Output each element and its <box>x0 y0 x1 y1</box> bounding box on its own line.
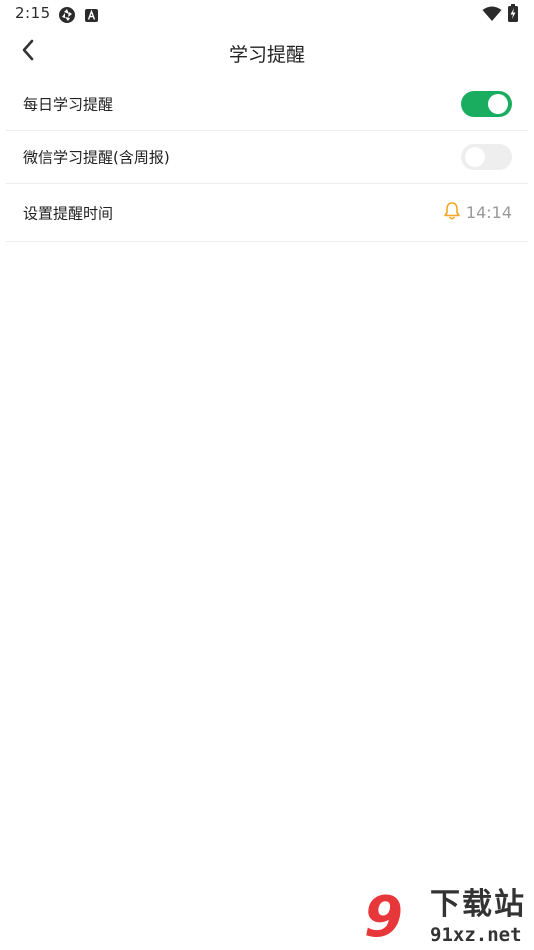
header: 学习提醒 <box>0 28 534 78</box>
a-badge-icon <box>85 7 98 26</box>
status-time: 2:15 <box>15 4 51 22</box>
battery-charging-icon <box>508 4 518 26</box>
setting-label: 微信学习提醒(含周报) <box>23 148 170 167</box>
page-title: 学习提醒 <box>228 44 305 66</box>
setting-row-wechat-reminder: 微信学习提醒(含周报) <box>6 131 528 184</box>
setting-row-daily-reminder: 每日学习提醒 <box>6 78 528 131</box>
watermark-title: 下载站 <box>430 887 526 922</box>
status-bar: 2:15 <box>0 0 534 28</box>
wechat-reminder-toggle[interactable] <box>461 144 512 170</box>
toggle-knob <box>488 94 508 114</box>
watermark-logo: 9 下载站 91xz.net <box>362 888 532 948</box>
screen: 2:15 学习提醒 每日学习提醒 微信学习提醒(含周报) 设置提醒时间 14:1… <box>0 0 534 950</box>
toggle-knob <box>465 147 485 167</box>
watermark-logo-digit: 9 <box>364 885 403 950</box>
setting-label: 设置提醒时间 <box>23 204 114 222</box>
reminder-time-picker[interactable]: 14:14 <box>443 201 512 225</box>
settings-list: 每日学习提醒 微信学习提醒(含周报) 设置提醒时间 14:14 <box>6 78 528 242</box>
aperture-icon <box>58 6 76 28</box>
bell-icon <box>443 201 461 225</box>
setting-label: 每日学习提醒 <box>23 95 114 114</box>
setting-row-reminder-time[interactable]: 设置提醒时间 14:14 <box>6 184 528 242</box>
watermark-domain: 91xz.net <box>430 924 522 946</box>
daily-reminder-toggle[interactable] <box>461 91 512 117</box>
wifi-icon <box>482 6 502 26</box>
reminder-time-value: 14:14 <box>465 203 512 222</box>
